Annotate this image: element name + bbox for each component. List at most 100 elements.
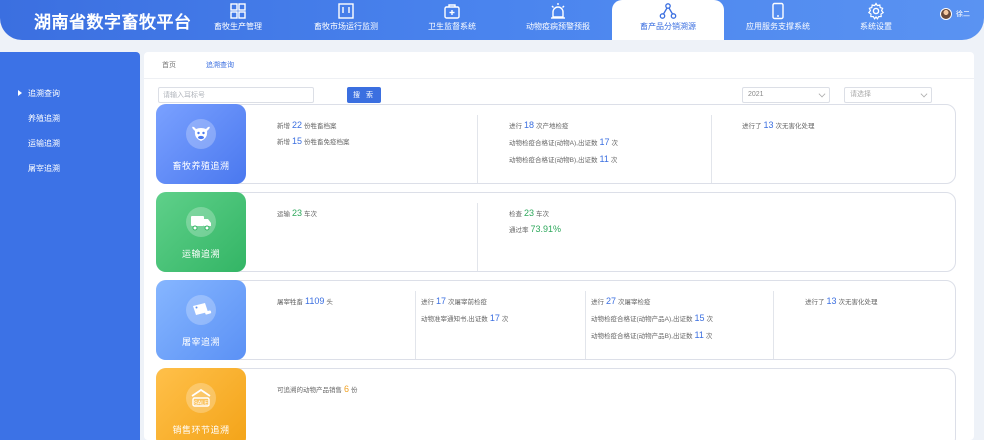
stat-value: 13 xyxy=(763,120,774,130)
nav-health-supervision[interactable]: 卫生监督系统 xyxy=(396,0,508,36)
stat-transport-trips: 运输 23 车次 xyxy=(277,208,317,218)
stat-text: 份牲畜档案 xyxy=(304,123,337,130)
sidebar: 追溯查询 养殖追溯 运输追溯 屠宰追溯 xyxy=(0,52,140,440)
nav-label: 畜牧生产管理 xyxy=(214,22,262,31)
sidebar-item-transport-trace[interactable]: 运输追溯 xyxy=(28,138,60,149)
stat-value: 27 xyxy=(606,296,617,306)
sidebar-item-trace-query[interactable]: 追溯查询 xyxy=(18,88,60,99)
breadcrumb-home[interactable]: 首页 xyxy=(162,60,176,70)
search-button[interactable]: 搜 索 xyxy=(347,87,381,103)
stat-value: 17 xyxy=(436,296,447,306)
stat-harmless-treatment: 进行了 13 次无害化处理 xyxy=(742,120,815,130)
truck-icon xyxy=(186,207,216,237)
stat-text: 次 xyxy=(611,140,619,147)
sales-trace-title: 销售环节追溯 xyxy=(172,425,230,435)
column-divider xyxy=(773,291,774,359)
stat-text: 新增 xyxy=(277,123,290,130)
cleaver-icon xyxy=(186,295,216,325)
stat-text: 检查 xyxy=(509,211,522,218)
stat-text: 次屠宰前检疫 xyxy=(448,299,488,306)
ear-tag-search-input[interactable] xyxy=(158,87,314,103)
stat-text: 车次 xyxy=(304,211,318,218)
stat-text: 进行了 xyxy=(742,123,762,130)
transport-trace-tile[interactable]: 运输追溯 xyxy=(156,192,246,272)
type-select[interactable]: 请选择 xyxy=(844,87,932,103)
stat-value: 13 xyxy=(826,296,837,306)
column-divider xyxy=(477,115,478,183)
sales-trace-tile[interactable]: SALE 销售环节追溯 xyxy=(156,368,246,440)
year-select-value: 2021 xyxy=(748,91,764,98)
stat-value: 17 xyxy=(599,137,610,147)
sidebar-item-slaughter-trace[interactable]: 屠宰追溯 xyxy=(28,163,60,174)
nav-market-monitoring[interactable]: 畜牧市场运行监测 xyxy=(290,0,402,36)
stat-text: 份牲畜免疫档案 xyxy=(304,139,350,146)
stat-traceable-sales: 可追溯的动物产品销售 6 份 xyxy=(277,384,358,394)
nav-livestock-production[interactable]: 畜牧生产管理 xyxy=(182,0,294,36)
stat-text: 动物检疫合格证(动物A),出证数 xyxy=(509,140,598,147)
app-title: 湖南省数字畜牧平台 xyxy=(34,13,192,32)
tablet-icon xyxy=(772,2,784,20)
stat-value: 6 xyxy=(344,384,350,394)
type-select-placeholder: 请选择 xyxy=(850,91,871,98)
avatar xyxy=(940,8,952,20)
stat-value: 22 xyxy=(292,120,303,130)
stat-text: 动物检疫合格证(动物B),出证数 xyxy=(509,157,598,164)
stat-text: 次 xyxy=(501,316,509,323)
stat-text: 次无害化处理 xyxy=(838,299,878,306)
stat-certificate-product-b: 动物检疫合格证(动物产品B),出证数 11 次 xyxy=(591,330,712,340)
chevron-down-icon xyxy=(920,90,928,98)
stat-certificate-animal-a: 动物检疫合格证(动物A),出证数 17 次 xyxy=(509,137,618,147)
slaughter-trace-card: 屠宰追溯 屠宰牲畜 1109 头 进行 17 次屠宰前检疫 动物准宰通知书,出证数 17 次… xyxy=(156,280,956,360)
stat-new-livestock-records: 新增 22 份牲畜档案 xyxy=(277,120,337,130)
stat-text: 次屠宰检疫 xyxy=(618,299,651,306)
stat-pre-slaughter-quarantine: 进行 17 次屠宰前检疫 xyxy=(421,296,487,306)
nav-label: 畜产品分销溯源 xyxy=(640,22,696,31)
user-menu[interactable]: 徐二 xyxy=(940,8,970,20)
chevron-down-icon xyxy=(818,90,826,98)
medical-kit-icon xyxy=(444,4,460,19)
cattle-icon xyxy=(186,119,216,149)
divider xyxy=(144,78,974,79)
sale-badge-text: SALE xyxy=(194,401,208,407)
stat-value: 23 xyxy=(524,208,535,218)
stat-text: 次产地检疫 xyxy=(536,123,569,130)
transport-trace-card: 运输追溯 运输 23 车次 检查 23 车次 通过率 73.91% xyxy=(156,192,956,272)
stat-origin-quarantine: 进行 18 次产地检疫 xyxy=(509,120,569,130)
nav-epidemic-warning[interactable]: 动物疫病预警预报 xyxy=(502,0,614,36)
stat-text: 进行 xyxy=(591,299,604,306)
nav-system-settings[interactable]: 系统设置 xyxy=(820,0,932,36)
top-header: 湖南省数字畜牧平台 畜牧生产管理 畜牧市场运行监测 卫生监督系统 动物疫病预警预… xyxy=(0,0,984,40)
stat-text: 车次 xyxy=(536,211,550,218)
stat-certificate-product-a: 动物检疫合格证(动物产品A),出证数 15 次 xyxy=(591,313,713,323)
year-select[interactable]: 2021 xyxy=(742,87,830,103)
nav-product-traceability[interactable]: 畜产品分销溯源 xyxy=(612,0,724,40)
stat-slaughtered-head: 屠宰牲畜 1109 头 xyxy=(277,296,333,306)
grid-icon xyxy=(230,3,246,19)
stat-text: 运输 xyxy=(277,211,290,218)
slaughter-trace-tile[interactable]: 屠宰追溯 xyxy=(156,280,246,360)
stat-text: 份 xyxy=(351,387,358,394)
stat-text: 次 xyxy=(705,333,713,340)
nav-label: 动物疫病预警预报 xyxy=(526,22,590,31)
gear-icon xyxy=(867,2,885,20)
stat-value: 18 xyxy=(524,120,535,130)
stat-text: 进行了 xyxy=(805,299,825,306)
breeding-trace-tile[interactable]: 畜牧养殖追溯 xyxy=(156,104,246,184)
stat-text: 通过率 xyxy=(509,227,529,234)
column-divider xyxy=(585,291,586,359)
column-divider xyxy=(477,203,478,271)
stat-text: 屠宰牲畜 xyxy=(277,299,303,306)
stat-inspected-trips: 检查 23 车次 xyxy=(509,208,549,218)
monitor-frame-icon xyxy=(338,3,354,19)
nav-label: 畜牧市场运行监测 xyxy=(314,22,378,31)
stat-slaughter-harmless-treatment: 进行了 13 次无害化处理 xyxy=(805,296,878,306)
nav-label: 应用服务支撑系统 xyxy=(746,22,810,31)
stat-text: 次无害化处理 xyxy=(775,123,815,130)
nav-app-support[interactable]: 应用服务支撑系统 xyxy=(722,0,834,36)
stat-text: 进行 xyxy=(509,123,522,130)
sale-tag-icon: SALE xyxy=(186,383,216,413)
sidebar-item-breeding-trace[interactable]: 养殖追溯 xyxy=(28,113,60,124)
nav-label: 卫生监督系统 xyxy=(428,22,476,31)
breeding-trace-card: 畜牧养殖追溯 新增 22 份牲畜档案 新增 15 份牲畜免疫档案 进行 18 次产地检疫 动… xyxy=(156,104,956,184)
stat-text: 新增 xyxy=(277,139,290,146)
